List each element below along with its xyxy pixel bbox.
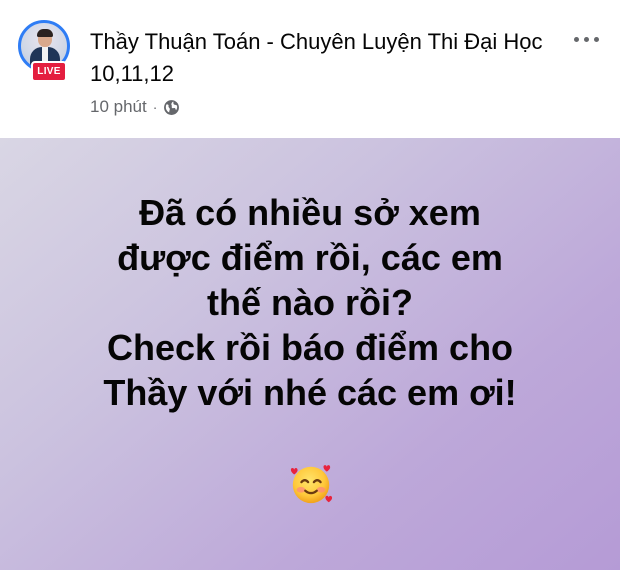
live-badge: LIVE [31,61,67,82]
post-background-card: Đã có nhiều sở xem được điểm rồi, các em… [0,138,620,570]
post-text: Đã có nhiều sở xem được điểm rồi, các em… [20,190,600,415]
more-options-button[interactable] [568,28,604,50]
post-text-line: thế nào rồi? [207,282,413,323]
post-text-line: Thầy với nhé các em ơi! [103,372,517,413]
author-name-link[interactable]: Thầy Thuận Toán - Chuyên Luyện Thi Đại H… [90,26,560,90]
smiling-face-with-hearts-icon [290,465,333,504]
globe-icon[interactable] [163,99,180,116]
meta-separator: · [152,99,158,115]
more-horizontal-icon [573,36,579,42]
post-text-line: Check rồi báo điểm cho [106,327,514,368]
facebook-post: LIVE Thầy Thuận Toán - Chuyên Luyện Thi … [0,0,620,570]
post-text-line: được điểm rồi, các em [117,237,503,278]
post-header: LIVE Thầy Thuận Toán - Chuyên Luyện Thi … [0,0,620,138]
post-meta: 10 phút · [90,96,180,118]
author-avatar[interactable]: LIVE [18,20,74,82]
post-text-line: Đã có nhiều sở xem [139,192,481,233]
post-timestamp-link[interactable]: 10 phút [90,97,147,117]
